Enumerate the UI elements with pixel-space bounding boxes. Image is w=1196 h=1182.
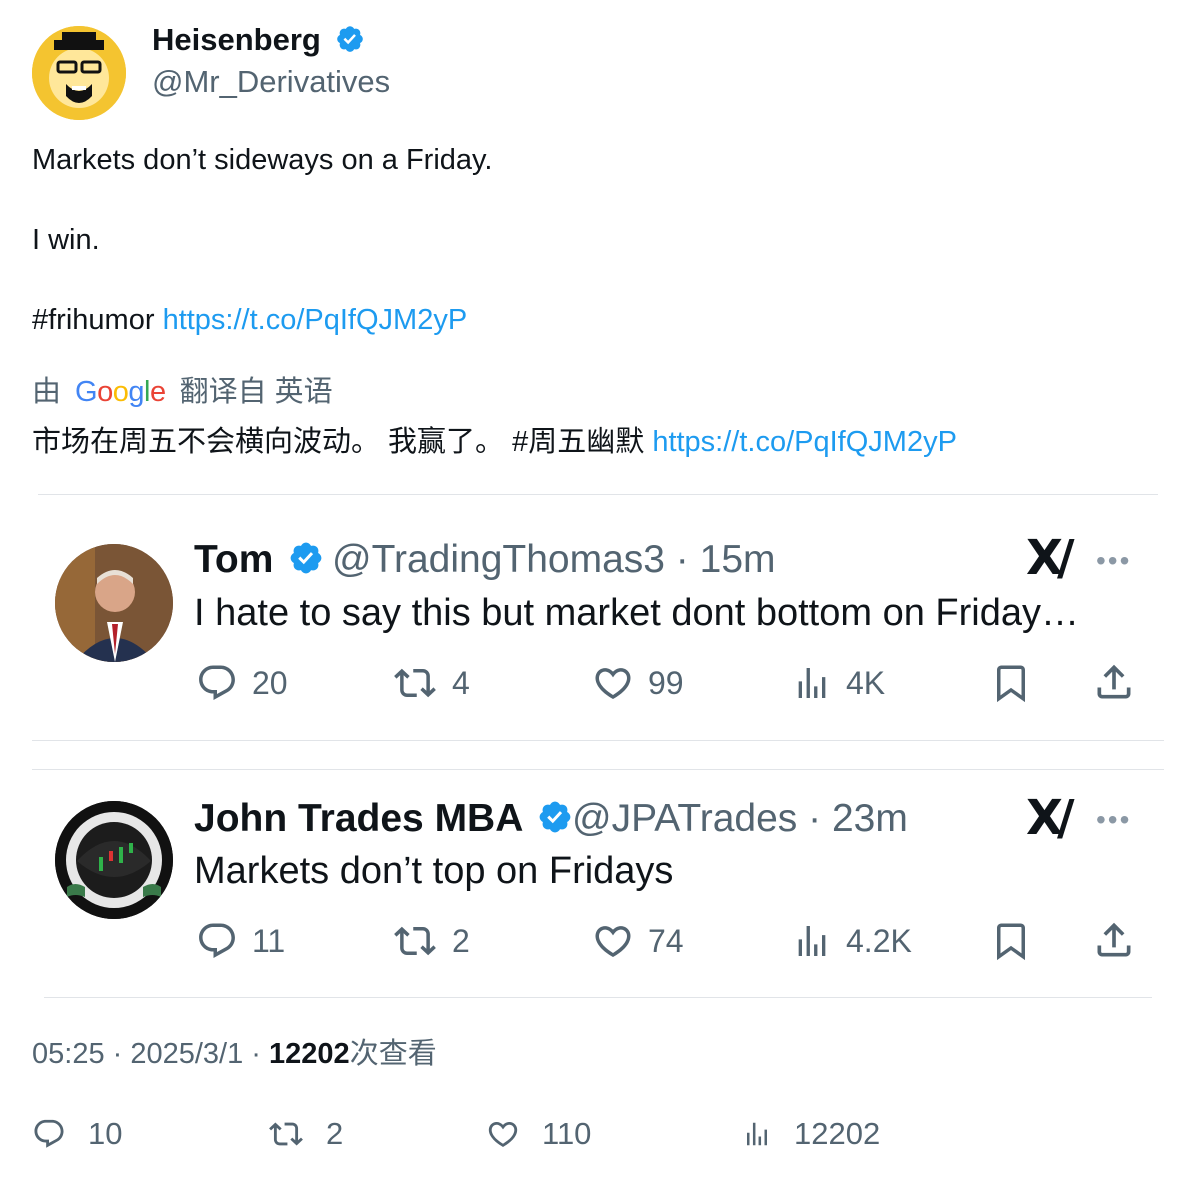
tweet-views-count: 12202 <box>269 1038 350 1070</box>
google-letter: o <box>97 376 113 408</box>
embedded-handle: @JPATrades <box>572 797 798 840</box>
tweet-date: 2025/3/1 <box>130 1038 244 1070</box>
author-handle[interactable]: @Mr_Derivatives <box>152 64 390 100</box>
embedded-repost: 2 <box>392 920 470 962</box>
author-name[interactable]: Heisenberg <box>152 22 365 58</box>
like-icon <box>488 1121 518 1147</box>
bookmark-icon <box>990 918 1032 964</box>
repost-count: 2 <box>326 1116 344 1151</box>
more-icon: ••• <box>1096 545 1132 576</box>
google-letter: o <box>112 376 129 408</box>
embedded-name: John Trades MBA <box>194 797 573 845</box>
embedded-views: 4K <box>792 662 885 704</box>
like-icon <box>595 668 631 700</box>
tweet-text-line-1: Markets don’t sideways on a Friday. <box>32 144 493 176</box>
embedded-name-text: John Trades MBA <box>194 797 522 840</box>
views-count: 4K <box>846 664 886 701</box>
reply-count: 11 <box>252 922 286 959</box>
author-name-text: Heisenberg <box>152 22 321 57</box>
author-avatar[interactable] <box>32 26 126 120</box>
embedded-text: I hate to say this but market dont botto… <box>194 592 1079 634</box>
translation-attribution: 由 Google 翻译自 英语 <box>32 368 333 410</box>
tweet-url-link[interactable]: https://t.co/PqIfQJM2yP <box>163 304 468 336</box>
tweet-text-line-2: I win. <box>32 224 100 256</box>
x-logo-icon: X/ <box>1026 530 1074 586</box>
google-letter: e <box>149 376 166 408</box>
x-logo-icon: X/ <box>1026 790 1074 846</box>
more-icon: ••• <box>1096 804 1132 835</box>
tweet-views-label: 次查看 <box>349 1038 437 1070</box>
verified-badge-icon <box>288 540 324 586</box>
translated-url-link[interactable]: https://t.co/PqIfQJM2yP <box>652 426 957 458</box>
embedded-reply: 11 <box>196 920 285 962</box>
repost-count: 4 <box>452 664 470 701</box>
divider <box>32 769 1164 770</box>
google-letter: g <box>128 376 144 408</box>
reply-icon <box>199 665 235 700</box>
hashtag-link[interactable]: #frihumor <box>32 304 155 336</box>
reply-button[interactable]: 10 <box>32 1116 122 1152</box>
embedded-like: 74 <box>592 920 684 962</box>
embedded-handle-time: @JPATrades · 23m <box>572 797 908 840</box>
embedded-reply: 20 <box>196 662 288 704</box>
repost-button[interactable]: 2 <box>268 1116 343 1152</box>
like-count: 110 <box>542 1116 592 1151</box>
views-count: 4.2K <box>846 922 912 959</box>
google-logo: Google <box>75 376 166 408</box>
embedded-text: Markets don’t top on Fridays <box>194 850 674 892</box>
reply-count: 20 <box>252 664 288 701</box>
translated-text-body: 市场在周五不会横向波动。 我赢了。 #周五幽默 <box>32 426 645 458</box>
bookmark-icon <box>990 660 1032 706</box>
divider <box>32 740 1164 741</box>
verified-badge-icon <box>335 24 365 54</box>
translation-source-language: 翻译自 英语 <box>179 376 333 408</box>
embedded-name: Tom <box>194 538 324 586</box>
embedded-time: 15m <box>699 538 776 581</box>
embedded-handle-time: @TradingThomas3 · 15m <box>332 538 776 581</box>
embedded-repost: 4 <box>392 662 470 704</box>
like-count: 74 <box>648 922 684 959</box>
repost-icon <box>394 668 436 698</box>
like-button[interactable]: 110 <box>486 1116 591 1152</box>
reply-icon <box>199 923 235 958</box>
repost-icon <box>269 1122 303 1146</box>
views-count: 12202 <box>794 1116 881 1151</box>
views-button[interactable]: 12202 <box>742 1116 880 1152</box>
share-icon <box>1092 660 1136 704</box>
divider <box>44 997 1152 998</box>
embedded-name-text: Tom <box>194 538 274 581</box>
views-icon <box>798 668 826 698</box>
like-count: 99 <box>648 664 684 701</box>
translation-prefix: 由 <box>32 376 62 408</box>
embedded-avatar-tom <box>55 544 173 662</box>
views-icon <box>798 926 826 956</box>
embedded-views: 4.2K <box>792 920 912 962</box>
reply-count: 10 <box>88 1116 123 1151</box>
google-letter: G <box>75 376 98 408</box>
tweet-time: 05:25 <box>32 1038 105 1070</box>
tweet-timestamp[interactable]: 05:25 · 2025/3/1 · 12202次查看 <box>32 1030 437 1072</box>
verified-badge-icon <box>537 799 573 845</box>
divider <box>38 494 1158 495</box>
embedded-time: 23m <box>831 797 908 840</box>
translated-text: 市场在周五不会横向波动。 我赢了。 #周五幽默 https://t.co/PqI… <box>32 418 957 460</box>
repost-icon <box>394 926 436 956</box>
share-icon <box>1092 918 1136 962</box>
reply-icon <box>34 1119 64 1148</box>
views-icon <box>747 1122 767 1146</box>
embedded-like: 99 <box>592 662 684 704</box>
embedded-handle: @TradingThomas3 <box>332 538 665 581</box>
embedded-avatar-john <box>55 801 173 919</box>
tweet-text-line-3: #frihumor https://t.co/PqIfQJM2yP <box>32 304 467 337</box>
repost-count: 2 <box>452 922 470 959</box>
like-icon <box>595 926 631 958</box>
